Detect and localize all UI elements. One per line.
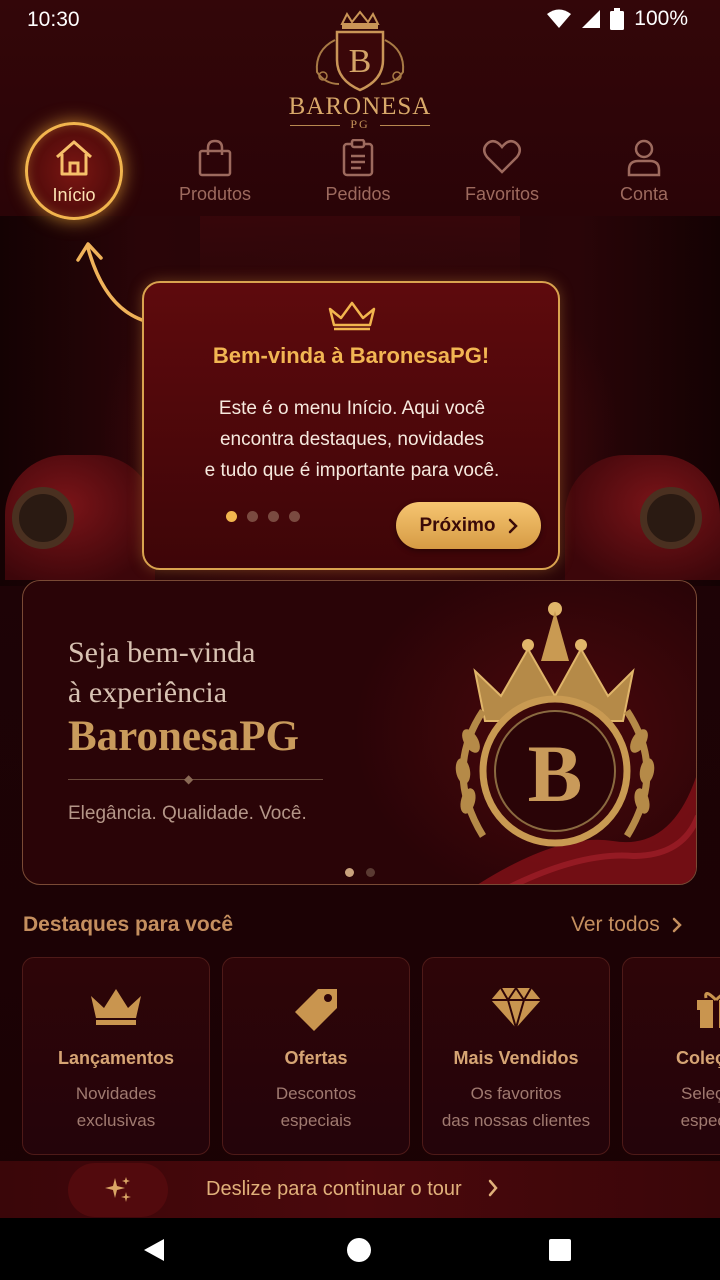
nav-item-pedidos[interactable]: Pedidos — [293, 125, 423, 216]
next-button-label: Próximo — [419, 514, 496, 536]
card-description: Novidades exclusivas — [23, 1080, 209, 1134]
banner-line1: Seja bem-vinda — [68, 636, 256, 669]
nav-item-favoritos[interactable]: Favoritos — [437, 125, 567, 216]
card-description-line: das nossas clientes — [441, 1111, 591, 1130]
tour-swipe-hint[interactable]: Deslize para continuar o tour — [0, 1161, 720, 1218]
app-screen: B BARONESA PG 10:30 100% Produtos Pedido… — [0, 0, 720, 1280]
card-title: Ofertas — [284, 1048, 348, 1068]
highlight-card-ofertas[interactable]: Ofertas Descontos especiais — [222, 957, 410, 1155]
battery-level: 100% — [634, 7, 688, 30]
svg-text:B: B — [349, 43, 372, 80]
section-title-destaques: Destaques para você — [23, 913, 234, 936]
home-icon — [56, 140, 92, 176]
card-description-line: Os favoritos — [470, 1084, 562, 1103]
next-button[interactable]: Próximo — [396, 502, 541, 549]
banner-brand: BaronesaPG — [68, 713, 299, 760]
chevron-right-icon — [672, 917, 682, 933]
tour-hint-text: Deslize para continuar o tour — [206, 1178, 462, 1200]
shopping-bag-icon — [198, 139, 232, 177]
diamond-icon — [491, 986, 541, 1030]
card-description: Os favoritos das nossas clientes — [423, 1080, 609, 1134]
wifi-icon — [547, 9, 572, 28]
battery-icon — [610, 8, 625, 30]
banner-line2: à experiência — [68, 676, 228, 709]
card-description-line: Seleções — [681, 1084, 720, 1103]
nav-label-pedidos: Pedidos — [325, 184, 391, 204]
chevron-right-icon — [488, 1179, 498, 1197]
clipboard-icon — [342, 139, 374, 177]
tooltip-body-line: encontra destaques, novidades — [219, 429, 485, 450]
nav-label-favoritos: Favoritos — [464, 184, 540, 204]
banner-dot-2[interactable] — [366, 868, 375, 877]
back-icon[interactable] — [142, 1238, 166, 1262]
heart-icon — [483, 139, 521, 174]
tour-dot-2 — [247, 511, 258, 522]
recent-apps-icon[interactable] — [549, 1239, 571, 1261]
nav-item-conta[interactable]: Conta — [579, 125, 709, 216]
nav-label-produtos: Produtos — [178, 184, 252, 204]
tour-dot-3 — [268, 511, 279, 522]
banner-tagline: Elegância. Qualidade. Você. — [68, 803, 307, 824]
nav-item-inicio[interactable]: Início — [25, 122, 123, 220]
see-all-label: Ver todos — [571, 913, 660, 936]
card-title: Lançamentos — [57, 1048, 175, 1068]
sparkle-button — [68, 1163, 168, 1217]
nav-label-conta: Conta — [619, 184, 669, 204]
tour-dot-1 — [226, 511, 237, 522]
card-description-line: especiais — [680, 1111, 720, 1130]
throne-scroll-right — [640, 487, 702, 549]
tour-dot-4 — [289, 511, 300, 522]
tag-icon — [295, 989, 337, 1031]
crown-icon — [328, 301, 376, 331]
highlight-card-colecoes[interactable]: Coleções Seleções especiais — [622, 957, 720, 1155]
status-time: 10:30 — [27, 8, 80, 31]
user-icon — [627, 139, 661, 177]
tooltip-title: Bem-vinda à BaronesaPG! — [212, 343, 490, 368]
banner-dot-1[interactable] — [345, 868, 354, 877]
status-bar: 10:30 100% — [0, 0, 720, 40]
throne-scroll-left — [12, 487, 74, 549]
status-icons: 100% — [546, 7, 688, 31]
card-description: Seleções especiais — [623, 1080, 720, 1134]
card-title: Coleções — [675, 1048, 720, 1068]
home-button-icon[interactable] — [347, 1238, 371, 1262]
banner-pagination — [345, 868, 375, 877]
card-description-line: exclusivas — [76, 1111, 156, 1130]
tooltip-body-line: Este é o menu Início. Aqui você — [218, 398, 486, 419]
highlight-card-lancamentos[interactable]: Lançamentos Novidades exclusivas — [22, 957, 210, 1155]
tooltip-body-line: e tudo que é importante para você. — [204, 460, 500, 481]
card-description: Descontos especiais — [223, 1080, 409, 1134]
highlight-card-mais-vendidos[interactable]: Mais Vendidos Os favoritos das nossas cl… — [422, 957, 610, 1155]
gift-icon — [697, 992, 720, 1028]
nav-label-inicio: Início — [52, 185, 96, 205]
welcome-banner[interactable]: Seja bem-vinda à experiência BaronesaPG … — [22, 580, 697, 885]
sparkle-icon — [105, 1177, 131, 1202]
card-description-line: especiais — [280, 1111, 352, 1130]
tour-tooltip: Bem-vinda à BaronesaPG! Este é o menu In… — [142, 281, 560, 570]
card-description-line: Descontos — [275, 1084, 357, 1103]
tooltip-body: Este é o menu Início. Aqui você encontra… — [164, 393, 540, 486]
see-all-link[interactable]: Ver todos — [571, 913, 682, 937]
signal-icon — [582, 10, 601, 28]
laurel-crest-icon: B — [455, 602, 696, 884]
chevron-right-icon — [508, 518, 518, 533]
banner-divider — [68, 779, 323, 780]
divider-ornament-icon: ◆ — [184, 772, 194, 786]
system-navigation-bar — [0, 1218, 720, 1280]
tour-progress-dots — [226, 511, 300, 522]
svg-text:B: B — [528, 728, 583, 819]
nav-item-produtos[interactable]: Produtos — [150, 125, 280, 216]
card-description-line: Novidades — [75, 1084, 157, 1103]
card-title: Mais Vendidos — [453, 1048, 579, 1068]
crown-icon — [91, 989, 141, 1025]
